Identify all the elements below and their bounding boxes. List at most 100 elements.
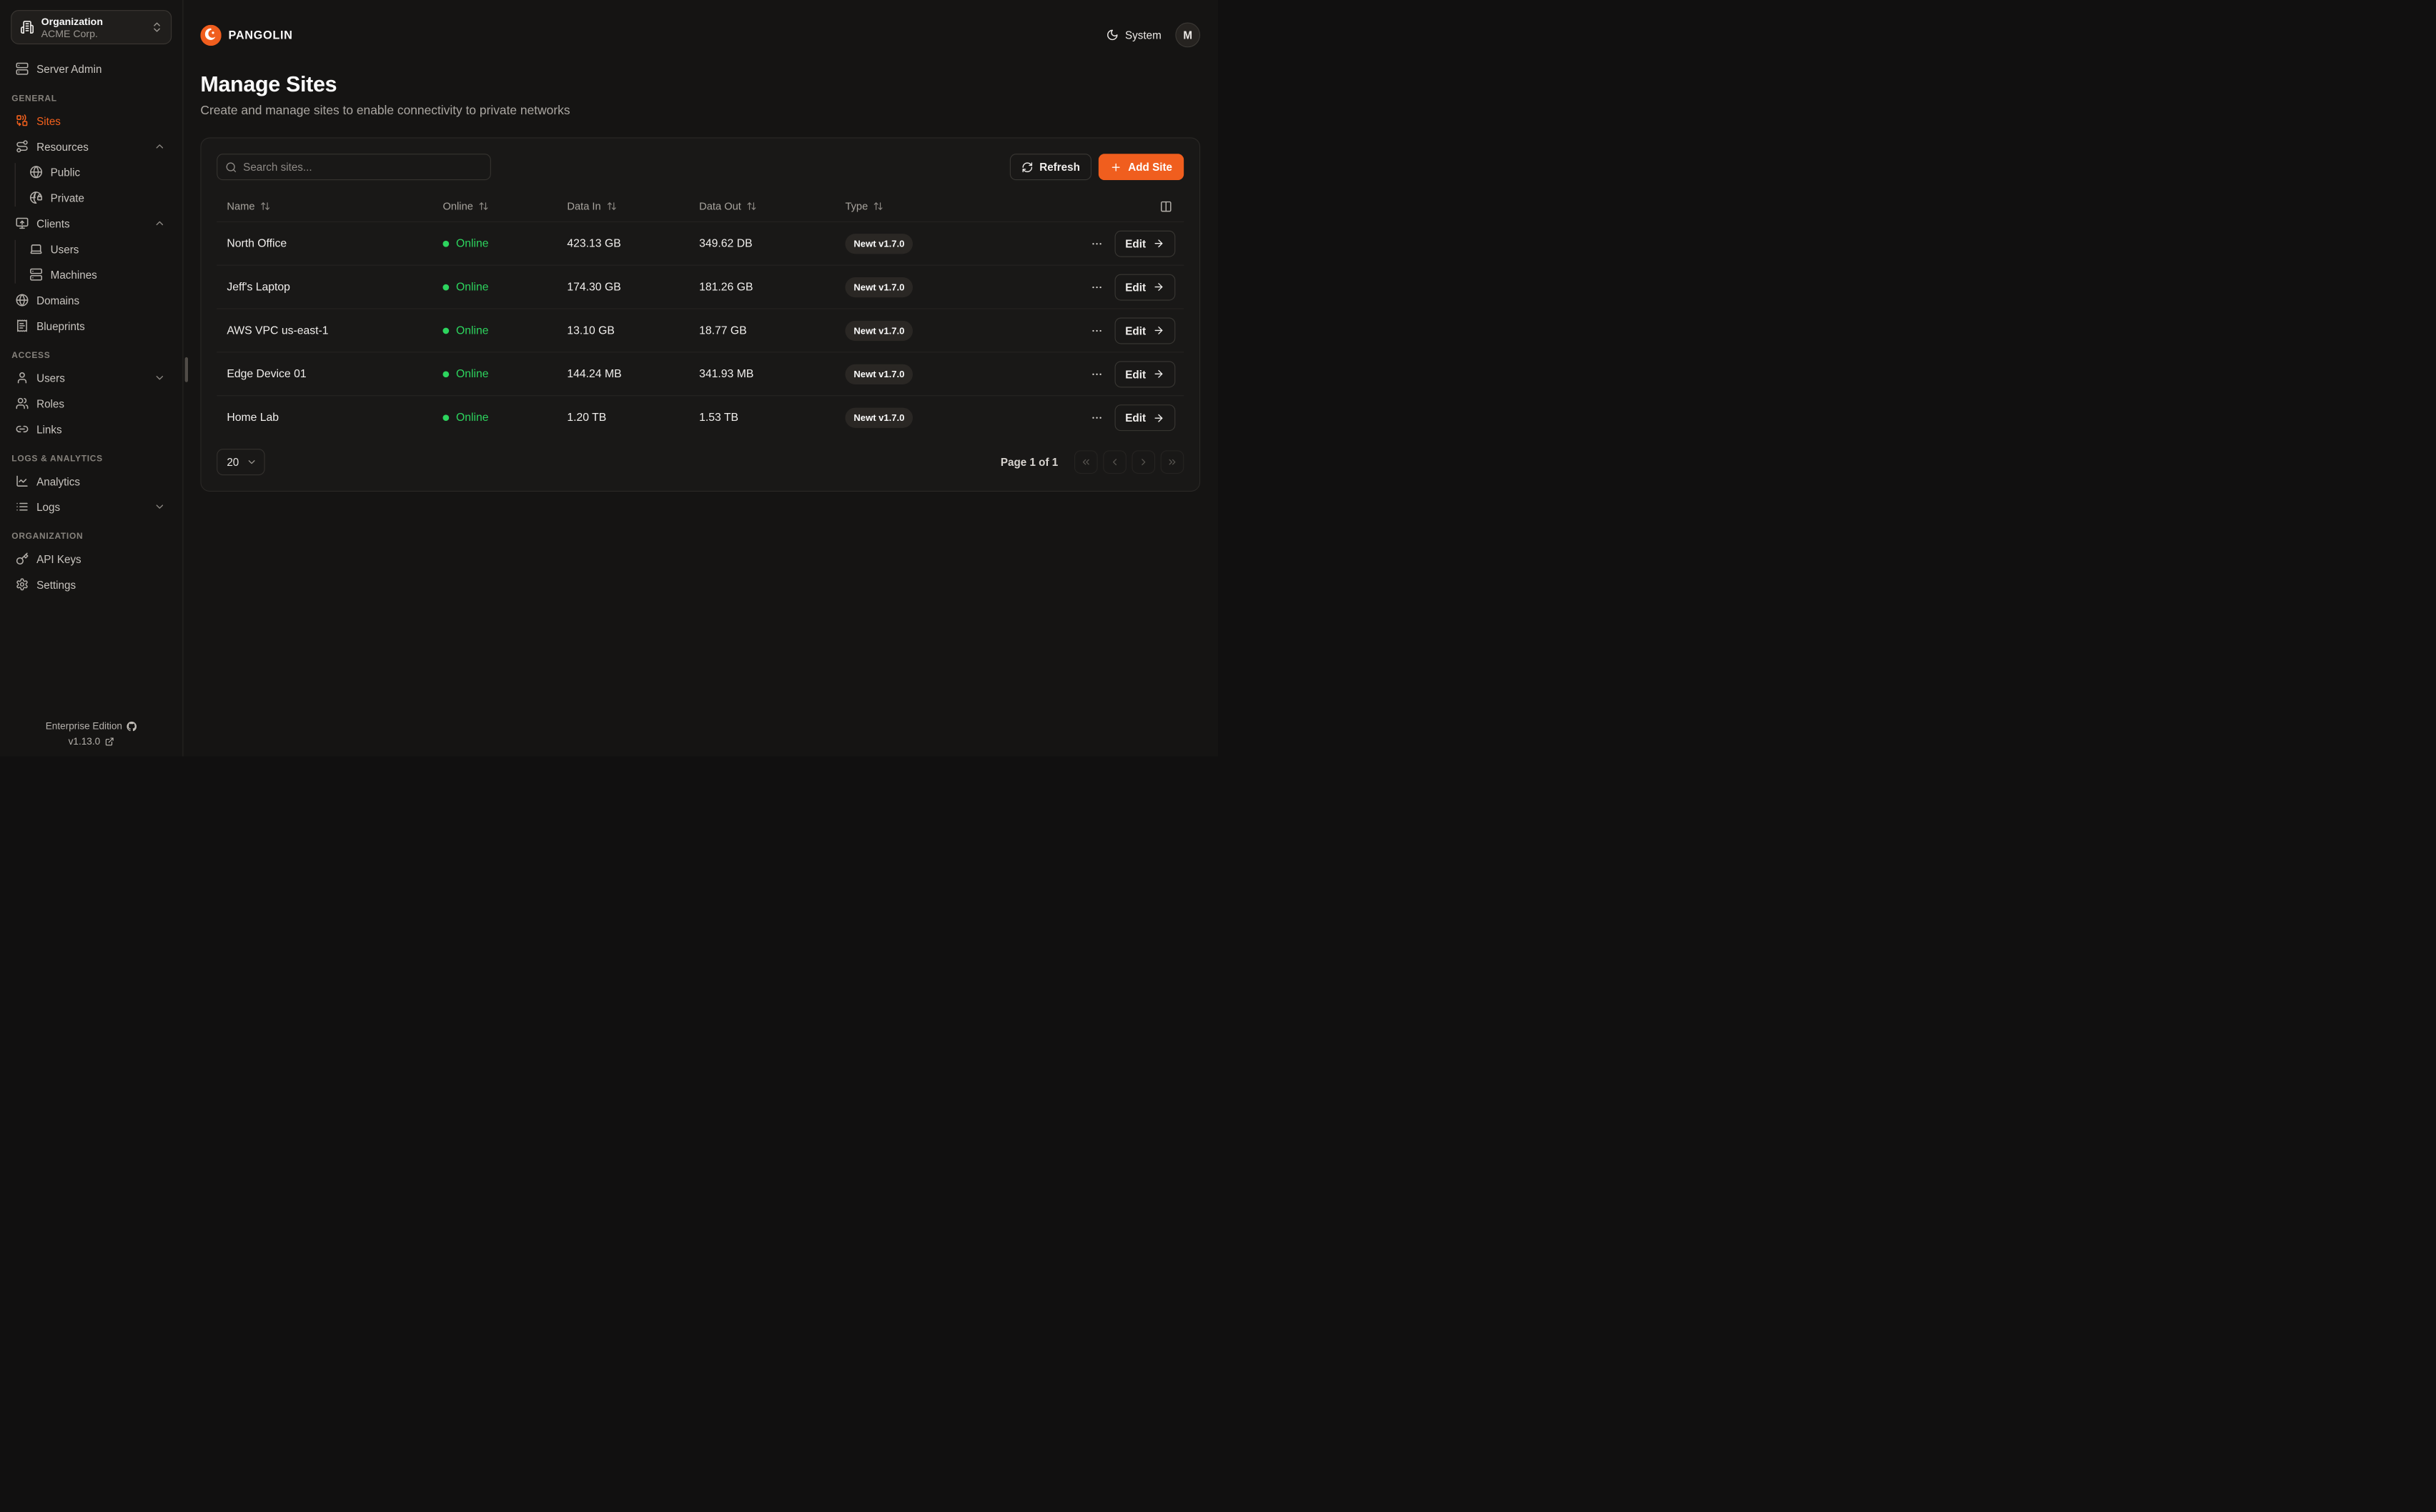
- page-size-select[interactable]: 20: [217, 449, 264, 475]
- column-header-data-in[interactable]: Data In: [557, 200, 689, 212]
- sidebar-item-label: Analytics: [36, 475, 80, 487]
- topbar-right: System M: [1106, 23, 1200, 48]
- sidebar-item-private[interactable]: Private: [11, 187, 172, 208]
- type-cell: Newt v1.7.0: [835, 408, 1067, 428]
- building-icon: [20, 20, 34, 34]
- online-dot-icon: [442, 327, 449, 334]
- chevron-down-icon: [154, 501, 165, 512]
- data-in-value: 423.13 GB: [557, 237, 689, 249]
- sidebar-item-users[interactable]: Users: [11, 367, 172, 388]
- row-menu-button[interactable]: [1089, 410, 1104, 426]
- status-label: Online: [456, 324, 489, 337]
- sidebar-item-label: Links: [36, 423, 62, 434]
- sidebar-item-api-keys[interactable]: API Keys: [11, 548, 172, 569]
- site-name: Jeff's Laptop: [217, 281, 432, 293]
- sidebar-item-links[interactable]: Links: [11, 419, 172, 439]
- sidebar-item-machines[interactable]: Machines: [11, 264, 172, 285]
- version-link[interactable]: v1.13.0: [11, 736, 172, 747]
- column-header-online[interactable]: Online: [432, 200, 557, 212]
- sidebar-item-logs[interactable]: Logs: [11, 496, 172, 517]
- route-icon: [16, 140, 29, 153]
- theme-toggle[interactable]: System: [1106, 29, 1162, 41]
- chevron-down-icon: [247, 457, 257, 467]
- data-out-value: 18.77 GB: [689, 324, 835, 337]
- sidebar-item-client-users[interactable]: Users: [11, 239, 172, 259]
- sidebar-item-blueprints[interactable]: Blueprints: [11, 315, 172, 336]
- column-header-type[interactable]: Type: [835, 200, 1067, 212]
- org-label: Organization: [41, 15, 151, 26]
- prev-page-button[interactable]: [1103, 450, 1127, 474]
- row-actions: Edit: [1067, 404, 1184, 431]
- column-header-name[interactable]: Name: [217, 200, 432, 212]
- toolbar-actions: Refresh Add Site: [1010, 154, 1184, 180]
- edit-label: Edit: [1125, 412, 1146, 424]
- type-cell: Newt v1.7.0: [835, 277, 1067, 297]
- clients-subgroup: Users Machines: [11, 239, 172, 290]
- refresh-button[interactable]: Refresh: [1010, 154, 1091, 180]
- row-actions: Edit: [1067, 317, 1184, 344]
- edit-button[interactable]: Edit: [1114, 404, 1175, 431]
- data-in-value: 174.30 GB: [557, 281, 689, 293]
- edit-button[interactable]: Edit: [1114, 317, 1175, 344]
- type-cell: Newt v1.7.0: [835, 364, 1067, 384]
- sidebar-item-settings[interactable]: Settings: [11, 574, 172, 595]
- sidebar-item-resources[interactable]: Resources: [11, 136, 172, 156]
- status-label: Online: [456, 237, 489, 249]
- sidebar-item-server-admin[interactable]: Server Admin: [11, 59, 172, 79]
- table-row: AWS VPC us-east-1 Online 13.10 GB 18.77 …: [217, 309, 1184, 353]
- sidebar-item-analytics[interactable]: Analytics: [11, 471, 172, 492]
- sidebar-item-label: Resources: [36, 141, 89, 152]
- logs-icon: [16, 500, 29, 513]
- sidebar-nav: Server Admin GENERAL Sites Resources Pub…: [11, 59, 172, 600]
- first-page-button[interactable]: [1074, 450, 1098, 474]
- next-page-button[interactable]: [1132, 450, 1155, 474]
- online-dot-icon: [442, 414, 449, 421]
- add-site-button[interactable]: Add Site: [1099, 154, 1184, 180]
- refresh-icon: [1021, 161, 1033, 173]
- sidebar-item-sites[interactable]: Sites: [11, 110, 172, 131]
- row-menu-button[interactable]: [1089, 323, 1104, 339]
- globe-icon: [29, 165, 42, 178]
- avatar[interactable]: M: [1175, 23, 1200, 48]
- org-selector[interactable]: Organization ACME Corp.: [11, 10, 172, 44]
- sidebar-item-public[interactable]: Public: [11, 161, 172, 182]
- column-label: Online: [442, 200, 472, 212]
- edition-link[interactable]: Enterprise Edition: [11, 721, 172, 732]
- sidebar-item-label: Domains: [36, 294, 79, 306]
- version-label: v1.13.0: [69, 736, 101, 747]
- edit-button[interactable]: Edit: [1114, 274, 1175, 300]
- status-label: Online: [456, 281, 489, 293]
- type-badge: Newt v1.7.0: [845, 277, 913, 297]
- edit-button[interactable]: Edit: [1114, 230, 1175, 257]
- arrow-right-icon: [1153, 238, 1164, 249]
- gear-icon: [16, 578, 29, 591]
- sidebar-item-roles[interactable]: Roles: [11, 393, 172, 414]
- search-input[interactable]: [243, 161, 482, 173]
- chart-line-icon: [16, 474, 29, 487]
- type-badge: Newt v1.7.0: [845, 364, 913, 384]
- pangolin-logo: [200, 24, 221, 45]
- sidebar-item-clients[interactable]: Clients: [11, 213, 172, 234]
- table-row: Edge Device 01 Online 144.24 MB 341.93 M…: [217, 352, 1184, 396]
- status-label: Online: [456, 368, 489, 380]
- column-header-data-out[interactable]: Data Out: [689, 200, 835, 212]
- row-menu-button[interactable]: [1089, 236, 1104, 252]
- table-row: Home Lab Online 1.20 TB 1.53 TB Newt v1.…: [217, 396, 1184, 439]
- site-name: Home Lab: [217, 412, 432, 424]
- arrow-right-icon: [1153, 281, 1164, 292]
- sidebar-scrollbar[interactable]: [185, 357, 188, 382]
- data-in-value: 144.24 MB: [557, 368, 689, 380]
- row-menu-button[interactable]: [1089, 366, 1104, 382]
- sidebar-item-domains[interactable]: Domains: [11, 289, 172, 310]
- last-page-button[interactable]: [1161, 450, 1184, 474]
- sidebar-item-label: Private: [51, 192, 84, 203]
- row-menu-button[interactable]: [1089, 279, 1104, 295]
- site-name: North Office: [217, 237, 432, 249]
- data-out-value: 349.62 DB: [689, 237, 835, 249]
- sites-table: Name Online Data In Data Out: [201, 191, 1199, 439]
- columns-view-button[interactable]: [1067, 200, 1184, 212]
- edit-button[interactable]: Edit: [1114, 361, 1175, 387]
- arrow-right-icon: [1153, 368, 1164, 379]
- status-badge: Online: [432, 324, 557, 337]
- sort-icon: [260, 201, 270, 211]
